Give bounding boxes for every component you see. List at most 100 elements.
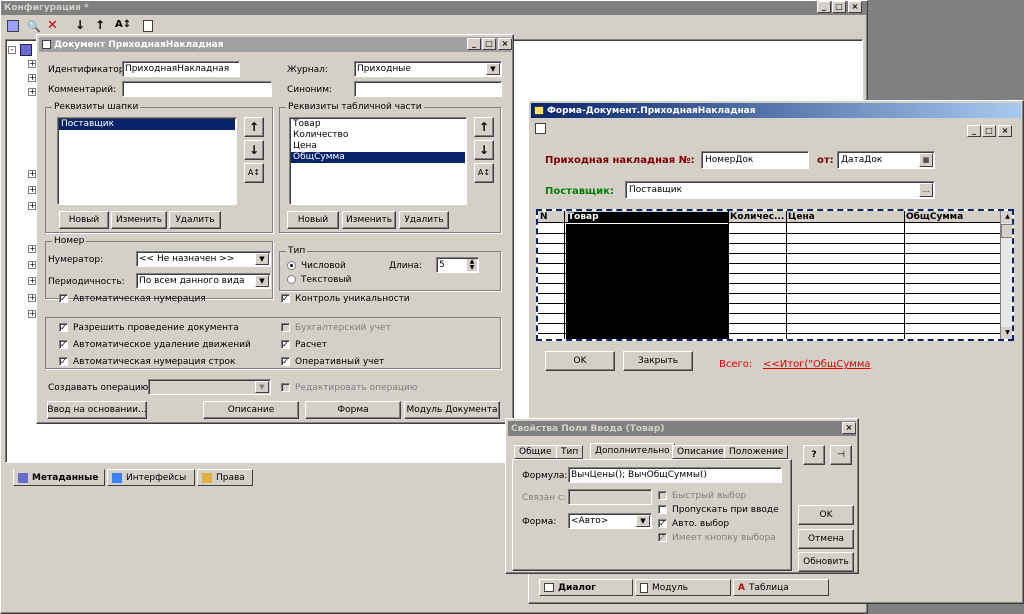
list-item[interactable]: ОбщСумма xyxy=(291,152,465,163)
select-button-icon[interactable]: ... xyxy=(919,183,933,197)
table-new-button[interactable]: Новый xyxy=(287,211,339,229)
doc-close-button[interactable]: × xyxy=(498,38,512,50)
selected-column[interactable] xyxy=(566,224,728,339)
formula-input[interactable]: ВычЦены(); ВычОбщСуммы() xyxy=(568,467,782,483)
form-properties-icon[interactable] xyxy=(535,123,546,134)
type-numeric-radio[interactable] xyxy=(287,261,296,270)
form-minimize-button[interactable]: _ xyxy=(967,125,981,137)
create-op-select[interactable]: ▼ xyxy=(148,379,271,395)
help-button[interactable]: ? xyxy=(803,445,825,465)
uniqueness-checkbox[interactable]: ✓ xyxy=(281,294,290,303)
period-dropdown-icon[interactable]: ▼ xyxy=(255,275,269,287)
tree-expander[interactable]: + xyxy=(28,261,36,269)
select-button-checkbox[interactable]: ✓ xyxy=(658,533,667,542)
edit-op-checkbox[interactable] xyxy=(281,383,290,392)
allow-posting-checkbox[interactable]: ✓ xyxy=(59,323,68,332)
table-attributes-list[interactable]: Товар Количество Цена ОбщСумма xyxy=(289,117,467,205)
find-icon[interactable]: 🔍 xyxy=(27,20,41,33)
module-button[interactable]: Модуль Документа xyxy=(404,401,500,419)
form-close-button[interactable]: × xyxy=(998,125,1012,137)
operative-checkbox[interactable]: ✓ xyxy=(281,357,290,366)
tree-expander[interactable]: - xyxy=(8,46,16,54)
props-refresh-button[interactable]: Обновить xyxy=(798,552,854,572)
table-delete-button[interactable]: Удалить xyxy=(399,211,449,229)
form-button[interactable]: Форма xyxy=(305,401,401,419)
tree-expander[interactable]: + xyxy=(28,88,36,96)
tree-expander[interactable]: + xyxy=(28,74,36,82)
create-op-dropdown-icon[interactable]: ▼ xyxy=(255,381,269,393)
header-new-button[interactable]: Новый xyxy=(59,211,109,229)
auto-delete-checkbox[interactable]: ✓ xyxy=(59,340,68,349)
move-down-icon[interactable]: ↓ xyxy=(75,18,85,32)
column-header[interactable]: Товар xyxy=(568,212,728,222)
list-item[interactable]: Количество xyxy=(291,130,465,141)
scroll-up-icon[interactable]: ▲ xyxy=(1001,211,1012,223)
table-move-down-button[interactable]: ↓ xyxy=(474,140,494,160)
skip-input-checkbox[interactable] xyxy=(658,505,667,514)
table-edit-button[interactable]: Изменить xyxy=(342,211,396,229)
config-icon[interactable] xyxy=(7,20,19,32)
props-cancel-button[interactable]: Отмена xyxy=(798,529,854,549)
tree-expander[interactable]: + xyxy=(28,245,36,253)
tree-expander[interactable]: + xyxy=(28,310,36,318)
quick-select-checkbox[interactable] xyxy=(658,491,667,500)
sort-button[interactable]: A↕ xyxy=(244,163,264,183)
header-edit-button[interactable]: Изменить xyxy=(111,211,167,229)
accounting-checkbox[interactable] xyxy=(281,323,290,332)
tab-general[interactable]: Общие xyxy=(514,445,557,459)
tab-rights[interactable]: Права xyxy=(197,469,253,486)
move-up-icon[interactable]: ↑ xyxy=(95,18,105,32)
calc-checkbox[interactable]: ✓ xyxy=(281,340,290,349)
scroll-down-icon[interactable]: ▼ xyxy=(1001,327,1012,339)
tab-type[interactable]: Тип xyxy=(556,445,584,459)
supplier-input[interactable]: Поставщик ... xyxy=(625,181,935,199)
date-input[interactable]: ДатаДок ▦ xyxy=(837,151,935,169)
period-select[interactable]: По всем данного вида ▼ xyxy=(136,273,271,289)
list-item[interactable]: Товар xyxy=(291,119,465,130)
tree-expander[interactable]: + xyxy=(28,60,36,68)
move-up-button[interactable]: ↑ xyxy=(244,117,264,137)
sort-icon[interactable]: A↕ xyxy=(115,19,131,30)
journal-select[interactable]: Приходные ▼ xyxy=(354,61,502,77)
form-maximize-button[interactable]: □ xyxy=(982,125,996,137)
length-spinner[interactable]: ▲ ▼ xyxy=(467,259,477,271)
column-header[interactable]: N xyxy=(540,212,564,222)
tab-interfaces[interactable]: Интерфейсы xyxy=(107,469,195,486)
column-header[interactable]: Количес... xyxy=(730,212,786,222)
tab-position[interactable]: Положение xyxy=(724,445,789,459)
auto-rows-checkbox[interactable]: ✓ xyxy=(59,357,68,366)
header-attributes-list[interactable]: Поставщик xyxy=(57,117,237,205)
tab-advanced[interactable]: Дополнительно xyxy=(590,443,675,459)
header-delete-button[interactable]: Удалить xyxy=(169,211,221,229)
form-table[interactable]: N Товар Количес... Цена ОбщСумма ▲ ▼ xyxy=(536,209,1014,341)
list-item[interactable]: Цена xyxy=(291,141,465,152)
journal-dropdown-icon[interactable]: ▼ xyxy=(486,63,500,75)
auto-select-checkbox[interactable]: ✓ xyxy=(658,519,667,528)
maximize-button[interactable]: □ xyxy=(832,1,846,13)
tree-expander[interactable]: + xyxy=(28,186,36,194)
properties-close-button[interactable]: × xyxy=(842,422,856,434)
numerator-select[interactable]: << Не назначен >> ▼ xyxy=(136,251,271,267)
scroll-thumb[interactable] xyxy=(1001,224,1012,238)
table-sort-button[interactable]: A↕ xyxy=(474,163,494,183)
properties-icon[interactable] xyxy=(143,20,153,32)
close-button[interactable]: × xyxy=(848,1,862,13)
tree-expander[interactable]: + xyxy=(28,277,36,285)
pin-button[interactable]: ⊣ xyxy=(830,445,852,465)
synonym-input[interactable] xyxy=(354,81,502,97)
move-down-button[interactable]: ↓ xyxy=(244,140,264,160)
tab-dialog[interactable]: Диалог xyxy=(539,579,633,596)
form-select[interactable]: <Авто> ▼ xyxy=(568,513,652,529)
tab-module[interactable]: Модуль xyxy=(635,579,731,596)
type-text-radio[interactable] xyxy=(287,275,296,284)
tab-table[interactable]: A Таблица xyxy=(733,579,829,596)
doc-maximize-button[interactable]: □ xyxy=(482,38,496,50)
basis-button[interactable]: Ввод на основании... xyxy=(47,401,147,419)
column-header[interactable]: Цена xyxy=(788,212,904,222)
numerator-dropdown-icon[interactable]: ▼ xyxy=(255,253,269,265)
list-item[interactable]: Поставщик xyxy=(59,119,235,130)
props-ok-button[interactable]: OK xyxy=(798,505,854,525)
table-scrollbar[interactable]: ▲ ▼ xyxy=(1000,211,1012,339)
form-close-btn[interactable]: Закрыть xyxy=(623,351,693,371)
tree-expander[interactable]: + xyxy=(28,170,36,178)
